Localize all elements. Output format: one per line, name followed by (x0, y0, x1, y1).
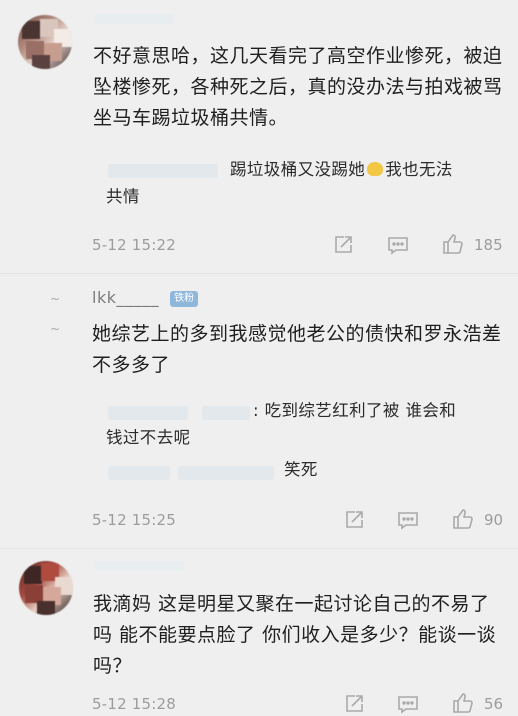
like-icon[interactable] (441, 232, 465, 256)
fan-badge: 铁粉 (170, 291, 199, 307)
divider (0, 548, 518, 549)
comment-icon[interactable] (396, 692, 420, 716)
avatar-glyph-icon: ~ (50, 292, 61, 306)
reply-username-blurred (178, 466, 274, 480)
username[interactable]: lkk_____ (92, 288, 159, 307)
divider (0, 273, 518, 274)
reply-text: 踢垃圾桶又没踢她 我也无法 (230, 160, 453, 179)
avatar[interactable] (18, 15, 72, 69)
comment-text: 我滴妈 这是明星又聚在一起讨论自己的不易了吗 能不能要点脸了 你们收入是多少？能… (93, 593, 497, 677)
like-count: 90 (484, 511, 504, 529)
comment-icon[interactable] (396, 508, 420, 532)
username-row: lkk_____ 铁粉 (92, 288, 199, 307)
share-icon[interactable] (331, 233, 355, 257)
avatar-placeholder[interactable]: ~ ~ (50, 284, 66, 344)
share-icon[interactable] (342, 692, 366, 716)
timestamp: 5-12 15:28 (92, 695, 177, 713)
emoji-icon (367, 162, 384, 176)
username-blurred (94, 561, 184, 571)
like-icon[interactable] (451, 691, 475, 715)
share-icon[interactable] (342, 508, 366, 532)
reply-username-blurred (108, 406, 188, 420)
like-count: 56 (484, 695, 504, 713)
reply-text-continued: 钱过不去呢 (106, 428, 191, 447)
reply-text-continued: 共情 (106, 187, 140, 206)
like-count: 185 (474, 236, 503, 254)
reply-text: : 吃到综艺红利了被 谁会和 (253, 401, 457, 420)
timestamp: 5-12 15:25 (92, 511, 177, 529)
like-icon[interactable] (451, 507, 475, 531)
comment-icon[interactable] (386, 233, 410, 257)
comment-text: 她综艺上的多到我感觉他老公的债快和罗永浩差不多多了 (92, 323, 502, 376)
reply-text: 笑死 (284, 460, 318, 479)
avatar-glyph-icon: ~ (50, 322, 61, 336)
avatar[interactable] (19, 561, 73, 615)
reply-username-blurred (202, 406, 250, 420)
reply-username-blurred (108, 466, 170, 480)
reply-username-blurred (108, 164, 218, 178)
username-blurred (94, 14, 174, 24)
timestamp: 5-12 15:22 (92, 236, 177, 254)
comment-text: 不好意思哈，这几天看完了高空作业惨死，被迫坠楼惨死，各种死之后，真的没办法与拍戏… (93, 45, 503, 129)
